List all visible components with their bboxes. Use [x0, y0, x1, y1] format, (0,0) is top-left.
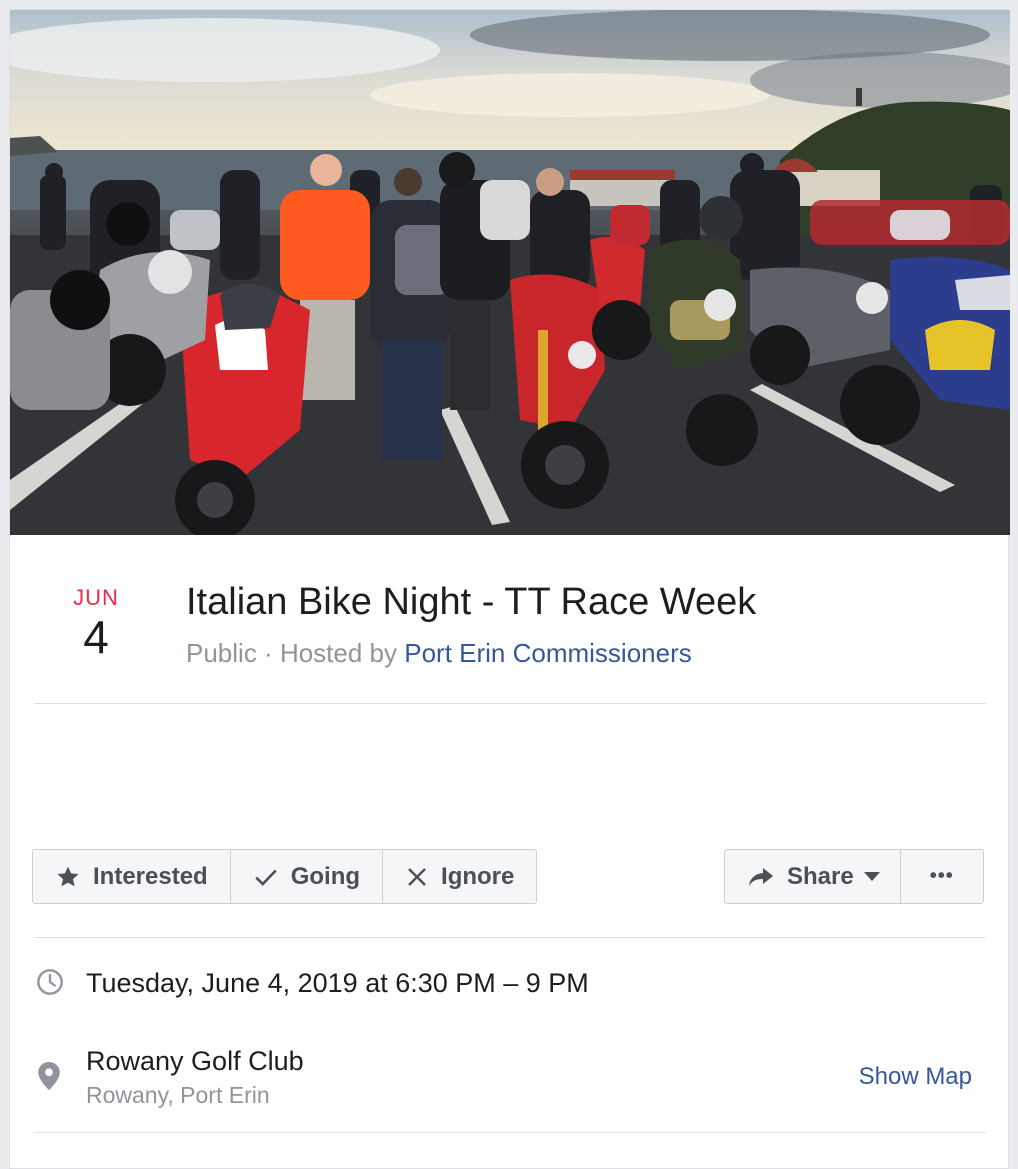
subtitle-separator: ·: [256, 638, 280, 668]
going-label: Going: [290, 862, 361, 890]
going-button[interactable]: Going: [231, 850, 384, 903]
location-name[interactable]: Rowany Golf Club: [86, 1044, 304, 1078]
interested-label: Interested: [93, 862, 208, 890]
clock-icon: [36, 968, 64, 1001]
event-card: JUN 4 Italian Bike Night - TT Race Week …: [9, 9, 1010, 1169]
host-link[interactable]: Port Erin Commissioners: [404, 638, 692, 668]
caret-down-icon: [863, 871, 880, 882]
event-day: 4: [83, 611, 109, 663]
details-divider: [34, 1132, 986, 1133]
cover-photo-illustration: [10, 10, 1010, 535]
map-pin-icon: [38, 1062, 60, 1095]
event-date: JUN 4: [56, 585, 136, 663]
ignore-button[interactable]: Ignore: [383, 850, 536, 903]
ignore-label: Ignore: [441, 862, 515, 890]
event-privacy: Public: [186, 638, 257, 668]
star-icon: [55, 864, 81, 890]
ellipsis-icon: •••: [929, 865, 954, 887]
share-label: Share: [787, 862, 854, 890]
share-arrow-icon: [747, 865, 775, 889]
header-divider: [34, 703, 986, 704]
share-button[interactable]: Share: [725, 850, 901, 903]
rsvp-button-group: Interested Going Ignore: [32, 849, 538, 904]
location-address: Rowany, Port Erin: [86, 1082, 270, 1108]
show-map-link[interactable]: Show Map: [859, 1062, 972, 1092]
actions-divider: [34, 937, 986, 938]
hosted-by-label: Hosted by: [279, 638, 405, 668]
event-subtitle: Public · Hosted by Port Erin Commissione…: [186, 636, 692, 670]
event-cover-photo[interactable]: [10, 10, 1010, 535]
share-button-group: Share •••: [724, 849, 984, 904]
x-icon: [405, 865, 429, 889]
event-title: Italian Bike Night - TT Race Week: [186, 581, 757, 623]
event-datetime: Tuesday, June 4, 2019 at 6:30 PM – 9 PM: [86, 968, 589, 998]
more-options-button[interactable]: •••: [901, 850, 983, 903]
interested-button[interactable]: Interested: [33, 850, 231, 903]
checkmark-icon: [253, 864, 279, 890]
event-month: JUN: [73, 585, 119, 610]
